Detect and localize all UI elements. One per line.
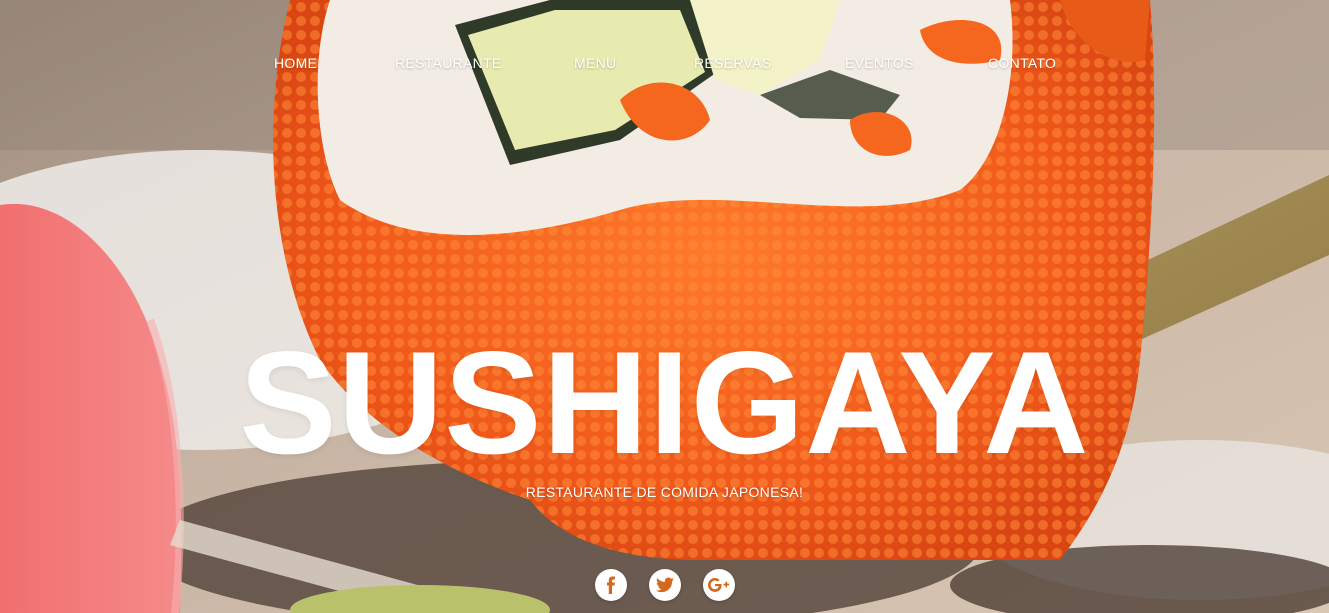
- hero-section: HOME RESTAURANTE MENU RESERVAS EVENTOS C…: [0, 0, 1329, 613]
- sushi-background-image: [0, 0, 1329, 613]
- main-navigation: HOME RESTAURANTE MENU RESERVAS EVENTOS C…: [0, 55, 1329, 75]
- site-tagline: RESTAURANTE DE COMIDA JAPONESA!: [525, 484, 804, 500]
- google-plus-button[interactable]: [703, 569, 735, 601]
- nav-link-eventos[interactable]: EVENTOS: [845, 55, 914, 71]
- nav-link-menu[interactable]: MENU: [574, 55, 616, 71]
- twitter-button[interactable]: [649, 569, 681, 601]
- nav-link-reservas[interactable]: RESERVAS: [694, 55, 771, 71]
- social-links: [595, 569, 735, 601]
- twitter-icon: [656, 577, 674, 593]
- nav-link-contato[interactable]: CONTATO: [988, 55, 1056, 71]
- site-title: SUSHIGAYA: [239, 321, 1090, 484]
- nav-link-home[interactable]: HOME: [274, 55, 317, 71]
- google-plus-icon: [708, 577, 730, 593]
- nav-link-restaurante[interactable]: RESTAURANTE: [395, 55, 502, 71]
- facebook-button[interactable]: [595, 569, 627, 601]
- facebook-icon: [603, 576, 619, 594]
